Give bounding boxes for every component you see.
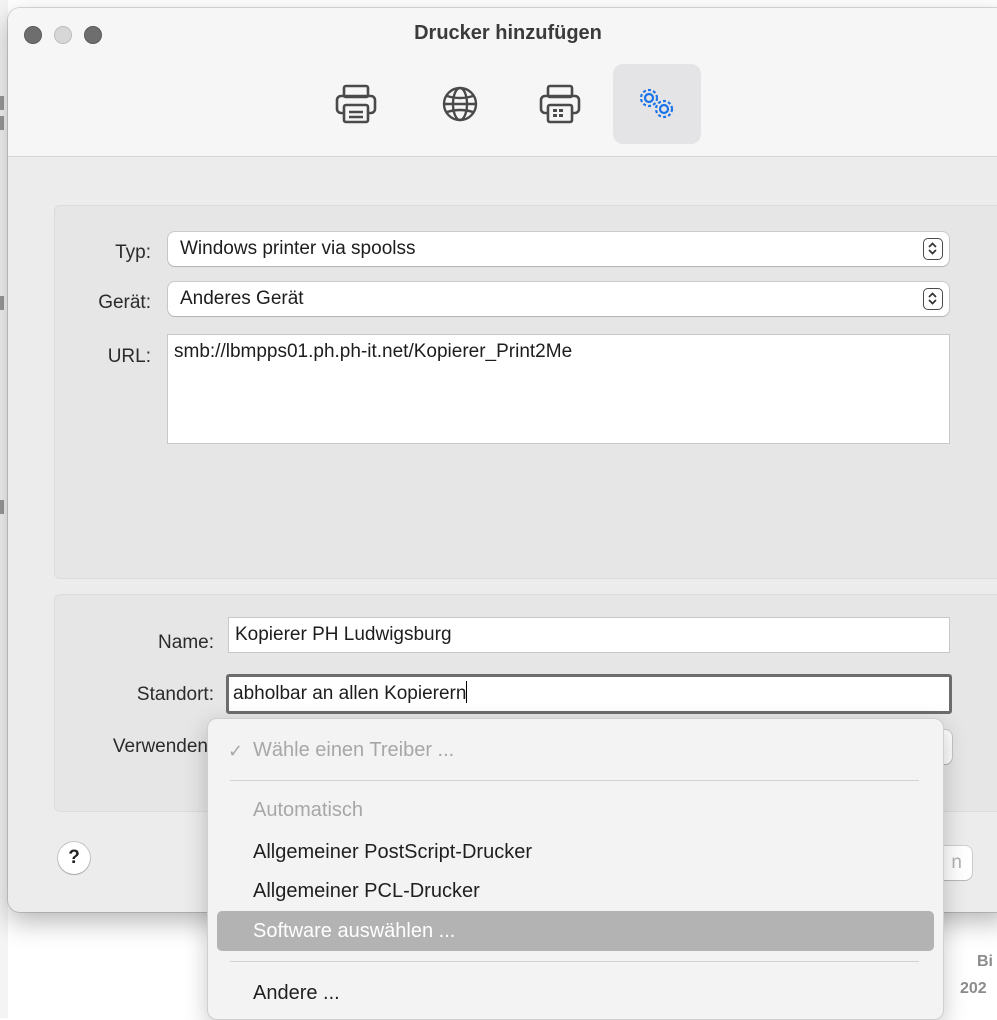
text-caret xyxy=(466,681,468,703)
url-value: smb://lbmpps01.ph.ph-it.net/Kopierer_Pri… xyxy=(174,341,573,362)
menu-separator xyxy=(230,961,919,962)
location-value: abholbar an allen Kopierern xyxy=(233,683,467,704)
use-label: Verwenden xyxy=(112,736,208,757)
globe-icon xyxy=(442,86,478,122)
background-text-2: 202 xyxy=(960,980,987,997)
tab-windows[interactable] xyxy=(516,64,604,144)
device-value: Anderes Gerät xyxy=(180,288,304,309)
name-label: Name: xyxy=(158,632,214,653)
type-value: Windows printer via spoolss xyxy=(180,238,416,259)
background-text-1: Bi xyxy=(977,953,993,970)
menu-item-generic-pcl[interactable]: Allgemeiner PCL-Drucker xyxy=(253,880,480,903)
device-stepper-icon xyxy=(923,288,943,310)
url-label: URL: xyxy=(107,346,151,367)
help-button[interactable]: ? xyxy=(58,842,90,874)
location-label: Standort: xyxy=(136,684,214,705)
toolbar: Drucker hinzufügen xyxy=(8,8,997,157)
background-window-edge xyxy=(0,0,8,1018)
device-select[interactable]: Anderes Gerät xyxy=(168,282,949,316)
menu-item-generic-postscript[interactable]: Allgemeiner PostScript-Drucker xyxy=(253,841,532,864)
tab-ip[interactable] xyxy=(416,64,504,144)
tab-advanced[interactable] xyxy=(613,64,701,144)
menu-item-select-software-label: Software auswählen ... xyxy=(253,920,456,942)
type-select[interactable]: Windows printer via spoolss xyxy=(168,232,949,266)
window-title: Drucker hinzufügen xyxy=(414,22,602,44)
device-label: Gerät: xyxy=(98,292,151,313)
printer-icon xyxy=(335,84,377,124)
location-field[interactable]: abholbar an allen Kopierern xyxy=(226,674,952,714)
checkmark-icon: ✓ xyxy=(228,741,244,761)
menu-item-automatic: Automatisch xyxy=(253,799,364,821)
menu-separator xyxy=(230,780,919,781)
tab-default-printer[interactable] xyxy=(312,64,400,144)
fax-printer-icon xyxy=(539,84,581,124)
menu-item-choose-driver[interactable]: Wähle einen Treiber ... xyxy=(253,739,454,762)
menu-item-other[interactable]: Andere ... xyxy=(253,982,340,1005)
name-value: Kopierer PH Ludwigsburg xyxy=(235,624,452,645)
driver-popup-menu: ✓ Wähle einen Treiber ... Automatisch Al… xyxy=(207,718,944,1020)
gears-icon xyxy=(639,88,674,119)
url-field[interactable]: smb://lbmpps01.ph.ph-it.net/Kopierer_Pri… xyxy=(167,334,950,444)
name-field[interactable]: Kopierer PH Ludwigsburg xyxy=(228,617,950,653)
type-stepper-icon xyxy=(923,238,943,260)
type-label: Typ: xyxy=(115,242,151,263)
menu-item-select-software[interactable]: Software auswählen ... xyxy=(217,911,934,951)
